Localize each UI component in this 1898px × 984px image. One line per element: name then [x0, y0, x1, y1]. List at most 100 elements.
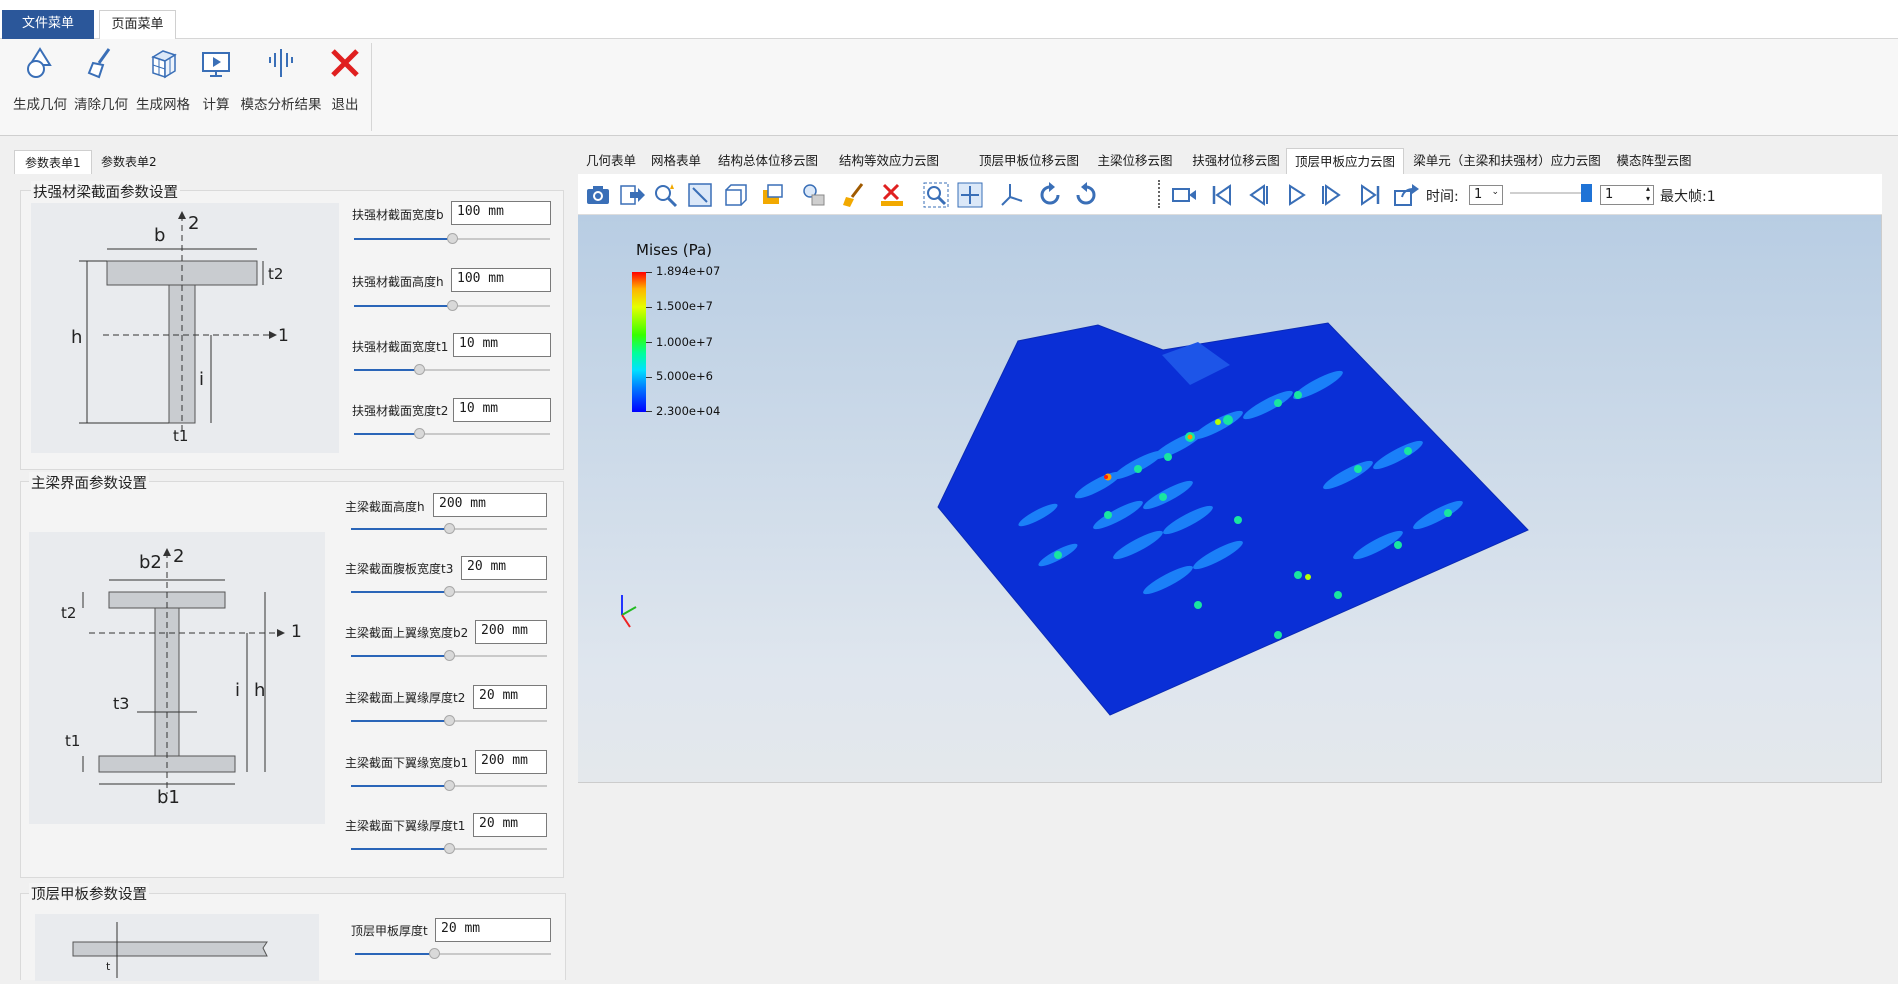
time-select[interactable]: 1 ⌄ — [1469, 185, 1503, 205]
stiffener-t1-input[interactable]: 10 mm — [453, 333, 551, 357]
pan-button[interactable] — [956, 181, 986, 209]
dim-i-label: i — [199, 369, 205, 390]
main-beam-top-t2-input[interactable]: 20 mm — [473, 685, 547, 709]
tab-global-displacement[interactable]: 结构总体位移云图 — [710, 148, 826, 174]
stiffener-width-b-slider[interactable] — [354, 233, 550, 245]
dim-b2-label: b2 — [139, 552, 162, 573]
compute-button[interactable]: 计算 — [196, 45, 236, 117]
param-label: 主梁截面上翼缘宽度b2 — [345, 626, 469, 640]
cube-view-icon — [725, 184, 747, 206]
clear-geometry-button[interactable]: 清除几何 — [72, 45, 130, 117]
tab-param-form-1[interactable]: 参数表单1 — [14, 150, 92, 174]
deck-plate-drawing — [72, 922, 268, 978]
param-label: 主梁截面腹板宽度t3 — [345, 562, 454, 576]
rotate-cw-icon — [1040, 182, 1060, 205]
record-button[interactable] — [1170, 181, 1200, 209]
tab-equivalent-stress[interactable]: 结构等效应力云图 — [830, 148, 948, 174]
screenshot-button[interactable] — [584, 181, 614, 209]
result-viewport[interactable]: Mises (Pa) 1.894e+07 1.500e+7 1.000e+7 5… — [578, 215, 1882, 783]
param-label: 主梁截面下翼缘宽度b1 — [345, 756, 469, 770]
dim-t1-label: t1 — [65, 732, 81, 750]
stiffener-height-h-input[interactable]: 100 mm — [451, 268, 551, 292]
stiffener-t2-slider[interactable] — [354, 428, 550, 440]
main-beam-height-input[interactable]: 200 mm — [433, 493, 547, 517]
fit-view-button[interactable] — [686, 181, 716, 209]
rotate-ccw-button[interactable] — [1072, 181, 1102, 209]
tab-geometry-form[interactable]: 几何表单 — [580, 148, 642, 174]
main-beam-top-b2-input[interactable]: 200 mm — [475, 620, 547, 644]
dim-i-label: i — [235, 680, 241, 701]
generate-geometry-button[interactable]: 生成几何 — [10, 45, 70, 117]
main-beam-group: 主梁界面参数设置 b2 2 t2 1 t3 i h t1 b1 主梁截面高度h … — [20, 472, 564, 878]
exit-button[interactable]: 退出 — [326, 45, 364, 117]
frame-spinbox-value: 1 — [1605, 187, 1614, 202]
main-beam-web-t3-slider[interactable] — [351, 586, 547, 598]
cube-view-button[interactable] — [722, 181, 752, 209]
spin-arrows-icon[interactable]: ▴ ▾ — [1646, 184, 1650, 204]
deck-group: 顶层甲板参数设置 t 顶层甲板厚度t 20 mm — [20, 883, 566, 981]
tab-beam-element-stress[interactable]: 梁单元（主梁和扶强材）应力云图 — [1412, 148, 1602, 174]
main-beam-top-b2-slider[interactable] — [351, 650, 547, 662]
deck-stress-contour — [621, 322, 1529, 716]
frame-slider-thumb[interactable] — [1581, 184, 1592, 202]
share-button[interactable] — [1392, 181, 1422, 209]
modal-result-button[interactable]: 模态分析结果 — [240, 45, 322, 117]
share-icon — [1394, 184, 1419, 206]
orientation-triad — [621, 595, 637, 628]
frame-slider[interactable] — [1510, 184, 1592, 202]
param-label: 扶强材截面宽度b — [352, 208, 444, 222]
tab-stiffener-displacement[interactable]: 扶强材位移云图 — [1184, 148, 1288, 174]
frame-spinbox[interactable]: 1 ▴ ▾ — [1600, 184, 1654, 205]
first-frame-button[interactable] — [1208, 181, 1238, 209]
display-mode-dropdown[interactable] — [760, 181, 796, 209]
page-menu-tab[interactable]: 页面菜单 — [99, 10, 176, 39]
main-beam-height-slider[interactable] — [351, 523, 547, 535]
main-beam-web-t3-input[interactable]: 20 mm — [461, 556, 547, 580]
close-red-x-icon — [331, 49, 359, 77]
deck-thickness-slider[interactable] — [355, 948, 551, 960]
dim-h-label: h — [71, 327, 83, 348]
stiffener-t1-slider[interactable] — [354, 364, 550, 376]
file-menu-tab[interactable]: 文件菜单 — [2, 10, 94, 39]
play-button[interactable] — [1282, 181, 1312, 209]
dim-b-label: b — [154, 225, 166, 246]
tab-deck-stress[interactable]: 顶层甲板应力云图 — [1286, 148, 1404, 174]
deck-thickness-input[interactable]: 20 mm — [435, 918, 551, 942]
stiffener-width-b-input[interactable]: 100 mm — [451, 201, 551, 225]
param-label: 顶层甲板厚度t — [351, 924, 428, 938]
zoom-box-button[interactable] — [922, 181, 952, 209]
next-frame-button[interactable] — [1318, 181, 1348, 209]
axis-1-label: 1 — [278, 326, 289, 346]
prev-frame-button[interactable] — [1244, 181, 1274, 209]
deck-group-title: 顶层甲板参数设置 — [29, 883, 149, 904]
clip-dropdown[interactable] — [878, 181, 914, 209]
rotate-cw-button[interactable] — [1036, 181, 1066, 209]
export-icon — [620, 185, 645, 205]
axis-2-label: 2 — [188, 213, 200, 234]
param-label: 扶强材截面宽度t1 — [352, 340, 449, 354]
tab-param-form-2[interactable]: 参数表单2 — [91, 150, 167, 174]
main-beam-group-title: 主梁界面参数设置 — [29, 472, 149, 493]
last-frame-button[interactable] — [1356, 181, 1386, 209]
light-dropdown[interactable] — [800, 181, 836, 209]
tab-mesh-form[interactable]: 网格表单 — [646, 148, 706, 174]
main-beam-bottom-b1-slider[interactable] — [351, 780, 547, 792]
pick-zoom-button[interactable] — [652, 181, 682, 209]
main-beam-top-t2-slider[interactable] — [351, 715, 547, 727]
main-beam-bottom-t1-slider[interactable] — [351, 843, 547, 855]
tab-main-beam-displacement[interactable]: 主梁位移云图 — [1090, 148, 1180, 174]
generate-mesh-button[interactable]: 生成网格 — [134, 45, 192, 117]
axis-1-label: 1 — [291, 622, 302, 642]
clear-geometry-label: 清除几何 — [74, 97, 128, 113]
deck-section-diagram: t — [35, 914, 319, 981]
stiffener-section-diagram: b 2 t2 h 1 i t1 — [31, 203, 339, 453]
tab-deck-displacement[interactable]: 顶层甲板位移云图 — [972, 148, 1086, 174]
main-beam-bottom-t1-input[interactable]: 20 mm — [473, 813, 547, 837]
main-beam-bottom-b1-input[interactable]: 200 mm — [475, 750, 547, 774]
stiffener-t2-input[interactable]: 10 mm — [453, 398, 551, 422]
tab-modal-shape[interactable]: 模态阵型云图 — [1610, 148, 1698, 174]
axes-dropdown[interactable] — [998, 181, 1034, 209]
export-button[interactable] — [618, 181, 648, 209]
color-brush-dropdown[interactable] — [840, 181, 876, 209]
stiffener-height-h-slider[interactable] — [354, 300, 550, 312]
